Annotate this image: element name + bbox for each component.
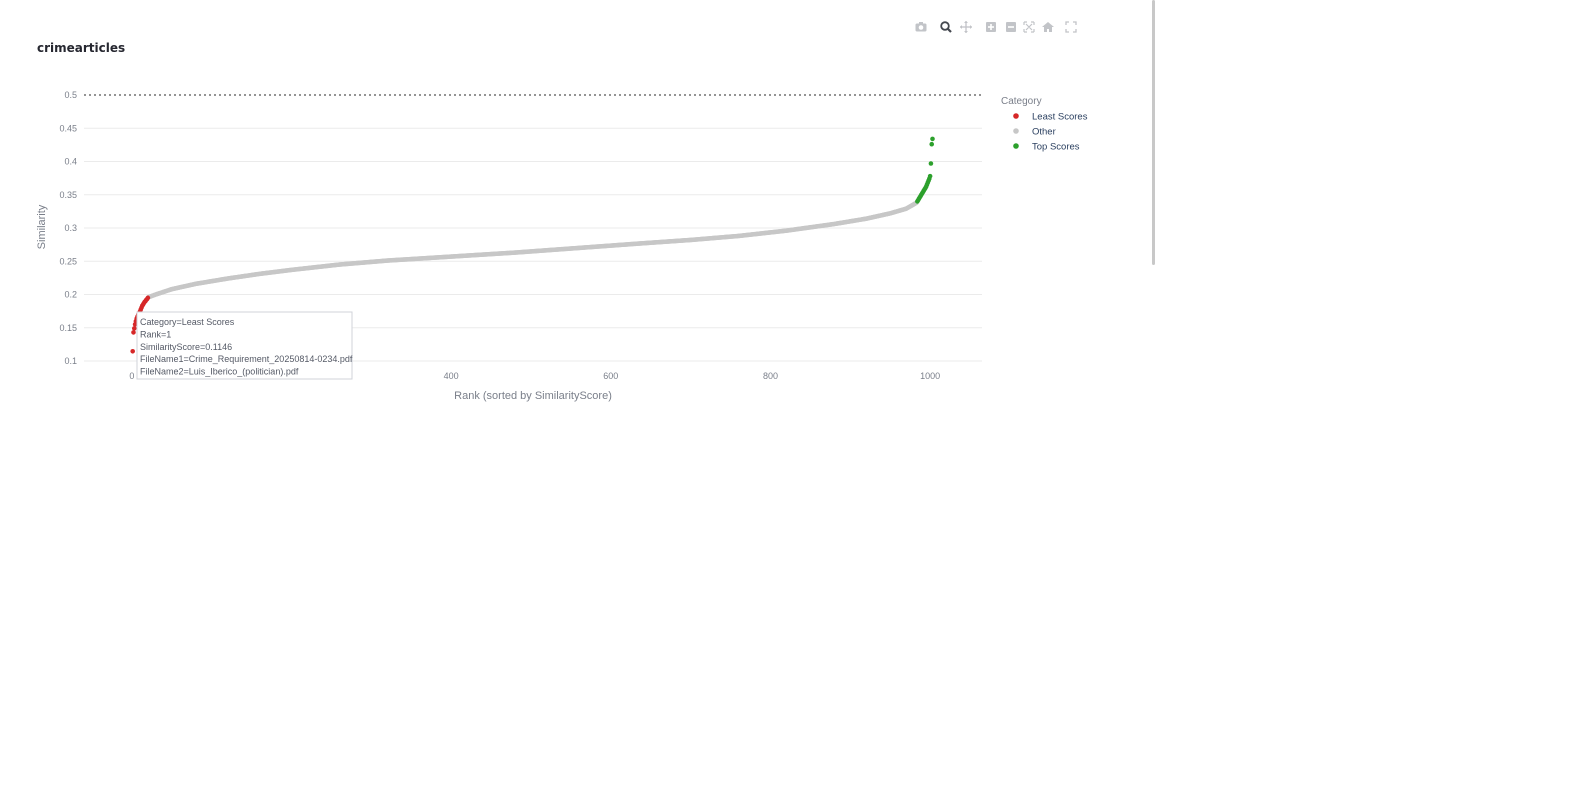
y-tick-label: 0.35: [59, 190, 77, 200]
data-point-least-scores[interactable]: [131, 326, 137, 331]
x-tick-label: 800: [763, 371, 778, 381]
legend-item-label[interactable]: Least Scores: [1032, 112, 1088, 123]
x-tick-label: 400: [444, 371, 459, 381]
x-tick-label: 0: [129, 371, 134, 381]
y-tick-label: 0.5: [64, 90, 77, 100]
y-tick-label: 0.2: [64, 290, 77, 300]
reset-axes-icon[interactable]: [1042, 22, 1054, 32]
x-axis-title: Rank (sorted by SimilarityScore): [454, 390, 612, 402]
chart-title: crimearticles: [37, 41, 125, 55]
legend-title: Category: [1001, 96, 1042, 107]
y-axis: 0.1 0.15 0.2 0.25 0.3 0.35 0.4 0.45 0.5: [59, 90, 77, 366]
legend-item-label[interactable]: Top Scores: [1032, 142, 1080, 153]
data-point-top-scores[interactable]: [928, 161, 934, 166]
legend: Category Least Scores Other Top Scores: [1001, 96, 1088, 153]
modebar: [915, 21, 1077, 33]
x-tick-label: 600: [603, 371, 618, 381]
legend-item-label[interactable]: Other: [1032, 127, 1056, 138]
data-point-top-scores[interactable]: [930, 136, 935, 142]
camera-icon[interactable]: [915, 22, 927, 32]
autoscale-icon[interactable]: [1023, 21, 1035, 33]
zoom-in-icon[interactable]: [986, 22, 996, 32]
data-point-least-scores[interactable]: [131, 330, 136, 335]
data-point-least-scores[interactable]: [145, 295, 151, 301]
y-tick-label: 0.4: [64, 157, 77, 167]
legend-marker[interactable]: [1013, 128, 1019, 134]
x-tick-label: 1000: [920, 371, 940, 381]
data-point-top-scores[interactable]: [927, 173, 933, 179]
tooltip-line: FileName2=Luis_Iberico_(politician).pdf: [140, 367, 299, 377]
tooltip-line: Category=Least Scores: [140, 317, 235, 327]
tooltip-line: Rank=1: [140, 329, 171, 339]
hover-tooltip: Category=Least Scores Rank=1 SimilaritySco…: [136, 311, 353, 380]
y-tick-label: 0.25: [59, 256, 77, 266]
y-tick-label: 0.45: [59, 123, 77, 133]
legend-marker[interactable]: [1013, 113, 1019, 119]
tooltip-line: SimilarityScore=0.1146: [140, 342, 232, 352]
zoom-icon[interactable]: [940, 21, 952, 33]
scrollbar[interactable]: [1152, 0, 1155, 265]
legend-marker[interactable]: [1013, 143, 1019, 149]
y-axis-title: Similarity: [36, 204, 48, 249]
data-point-top-scores[interactable]: [929, 141, 935, 147]
tooltip-line: FileName1=Crime_Requirement_20250814-023…: [140, 354, 353, 364]
zoom-out-icon[interactable]: [1006, 22, 1016, 32]
y-tick-label: 0.1: [64, 356, 77, 366]
chart: crimearticles 0.10.150.20.250.30.350.40.…: [36, 21, 1088, 402]
y-tick-label: 0.15: [59, 323, 77, 333]
pan-icon[interactable]: [960, 21, 972, 33]
fullscreen-icon[interactable]: [1065, 21, 1077, 33]
y-tick-label: 0.3: [64, 223, 77, 233]
data-point-least-scores[interactable]: [130, 348, 135, 354]
